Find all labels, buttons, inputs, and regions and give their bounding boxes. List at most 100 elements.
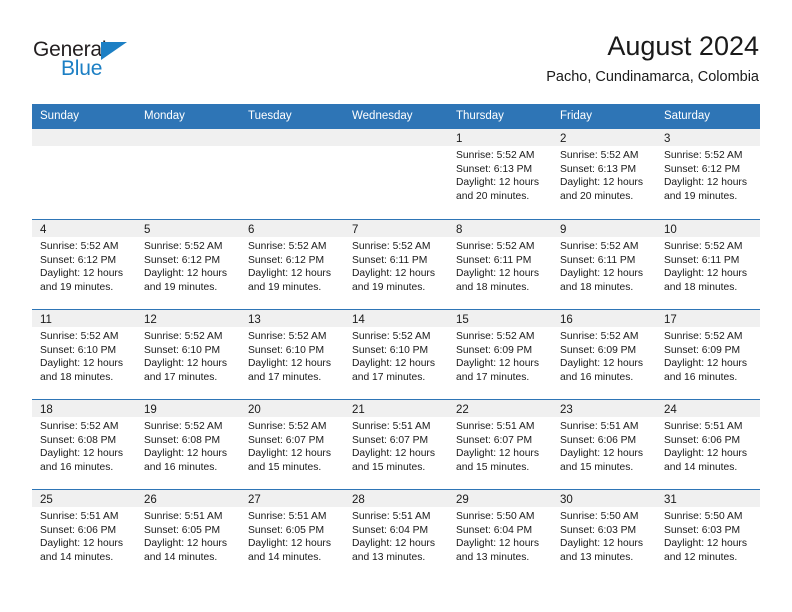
day-number-band: 25 <box>32 490 136 507</box>
day-cell[interactable]: 28 Sunrise: 5:51 AM Sunset: 6:04 PM Dayl… <box>344 490 448 579</box>
sunset-text: Sunset: 6:11 PM <box>352 254 428 266</box>
day-cell[interactable]: 12 Sunrise: 5:52 AM Sunset: 6:10 PM Dayl… <box>136 310 240 399</box>
sunrise-text: Sunrise: 5:50 AM <box>664 511 743 522</box>
day-number-band: 21 <box>344 400 448 417</box>
sunset-text: Sunset: 6:09 PM <box>664 344 741 356</box>
day-number: 30 <box>560 494 573 506</box>
calendar-page: General Blue August 2024 Pacho, Cundinam… <box>0 0 792 612</box>
day-cell[interactable]: 24 Sunrise: 5:51 AM Sunset: 6:06 PM Dayl… <box>656 400 760 489</box>
day-cell[interactable]: 8 Sunrise: 5:52 AM Sunset: 6:11 PM Dayli… <box>448 220 552 309</box>
day-details: Sunrise: 5:51 AM Sunset: 6:05 PM Dayligh… <box>136 507 240 564</box>
day-number-band: 23 <box>552 400 656 417</box>
daylight-text-line1: Daylight: 12 hours <box>456 177 539 189</box>
day-cell[interactable]: 31 Sunrise: 5:50 AM Sunset: 6:03 PM Dayl… <box>656 490 760 579</box>
day-cell[interactable]: 1 Sunrise: 5:52 AM Sunset: 6:13 PM Dayli… <box>448 129 552 219</box>
day-details: Sunrise: 5:52 AM Sunset: 6:12 PM Dayligh… <box>32 237 136 294</box>
day-number-band: 13 <box>240 310 344 327</box>
day-cell[interactable]: 6 Sunrise: 5:52 AM Sunset: 6:12 PM Dayli… <box>240 220 344 309</box>
day-cell[interactable]: 10 Sunrise: 5:52 AM Sunset: 6:11 PM Dayl… <box>656 220 760 309</box>
day-number-band: 9 <box>552 220 656 237</box>
sunset-text: Sunset: 6:08 PM <box>40 434 117 446</box>
sunrise-text: Sunrise: 5:52 AM <box>248 421 327 432</box>
day-cell[interactable]: 7 Sunrise: 5:52 AM Sunset: 6:11 PM Dayli… <box>344 220 448 309</box>
sunset-text: Sunset: 6:11 PM <box>664 254 740 266</box>
day-details: Sunrise: 5:52 AM Sunset: 6:11 PM Dayligh… <box>448 237 552 294</box>
daylight-text-line2: and 19 minutes. <box>144 281 218 293</box>
day-cell[interactable]: 9 Sunrise: 5:52 AM Sunset: 6:11 PM Dayli… <box>552 220 656 309</box>
day-details: Sunrise: 5:52 AM Sunset: 6:09 PM Dayligh… <box>448 327 552 384</box>
daylight-text-line1: Daylight: 12 hours <box>352 538 435 550</box>
day-cell[interactable]: 15 Sunrise: 5:52 AM Sunset: 6:09 PM Dayl… <box>448 310 552 399</box>
day-cell[interactable] <box>240 129 344 219</box>
day-cell[interactable]: 14 Sunrise: 5:52 AM Sunset: 6:10 PM Dayl… <box>344 310 448 399</box>
day-number-band: 15 <box>448 310 552 327</box>
sunrise-text: Sunrise: 5:51 AM <box>352 511 431 522</box>
weekday-header-tuesday: Tuesday <box>248 110 292 122</box>
calendar-grid: Sunday Monday Tuesday Wednesday Thursday… <box>32 104 760 579</box>
day-cell[interactable] <box>136 129 240 219</box>
day-cell[interactable]: 25 Sunrise: 5:51 AM Sunset: 6:06 PM Dayl… <box>32 490 136 579</box>
day-number: 24 <box>664 404 677 416</box>
daylight-text-line1: Daylight: 12 hours <box>664 358 747 370</box>
daylight-text-line1: Daylight: 12 hours <box>456 448 539 460</box>
day-number: 22 <box>456 404 469 416</box>
day-number-band: 28 <box>344 490 448 507</box>
day-cell[interactable]: 29 Sunrise: 5:50 AM Sunset: 6:04 PM Dayl… <box>448 490 552 579</box>
day-cell[interactable]: 5 Sunrise: 5:52 AM Sunset: 6:12 PM Dayli… <box>136 220 240 309</box>
sunset-text: Sunset: 6:10 PM <box>40 344 117 356</box>
sunset-text: Sunset: 6:12 PM <box>40 254 117 266</box>
page-title: August 2024 <box>607 31 759 61</box>
day-number: 10 <box>664 224 677 236</box>
daylight-text-line1: Daylight: 12 hours <box>40 448 123 460</box>
sunset-text: Sunset: 6:11 PM <box>456 254 532 266</box>
sunset-text: Sunset: 6:09 PM <box>456 344 533 356</box>
day-cell[interactable] <box>344 129 448 219</box>
day-number-band: 6 <box>240 220 344 237</box>
sunset-text: Sunset: 6:05 PM <box>248 524 325 536</box>
day-cell[interactable]: 21 Sunrise: 5:51 AM Sunset: 6:07 PM Dayl… <box>344 400 448 489</box>
daylight-text-line1: Daylight: 12 hours <box>40 268 123 280</box>
day-cell[interactable]: 19 Sunrise: 5:52 AM Sunset: 6:08 PM Dayl… <box>136 400 240 489</box>
daylight-text-line2: and 16 minutes. <box>144 461 218 473</box>
day-cell[interactable]: 13 Sunrise: 5:52 AM Sunset: 6:10 PM Dayl… <box>240 310 344 399</box>
day-number: 8 <box>456 224 463 236</box>
sunrise-text: Sunrise: 5:51 AM <box>352 421 431 432</box>
day-cell[interactable]: 4 Sunrise: 5:52 AM Sunset: 6:12 PM Dayli… <box>32 220 136 309</box>
day-number: 15 <box>456 314 469 326</box>
daylight-text-line1: Daylight: 12 hours <box>560 177 643 189</box>
day-cell[interactable]: 3 Sunrise: 5:52 AM Sunset: 6:12 PM Dayli… <box>656 129 760 219</box>
daylight-text-line2: and 15 minutes. <box>560 461 634 473</box>
daylight-text-line1: Daylight: 12 hours <box>352 448 435 460</box>
day-cell[interactable]: 17 Sunrise: 5:52 AM Sunset: 6:09 PM Dayl… <box>656 310 760 399</box>
day-number: 29 <box>456 494 469 506</box>
day-cell[interactable]: 23 Sunrise: 5:51 AM Sunset: 6:06 PM Dayl… <box>552 400 656 489</box>
daylight-text-line1: Daylight: 12 hours <box>248 538 331 550</box>
day-details: Sunrise: 5:52 AM Sunset: 6:12 PM Dayligh… <box>240 237 344 294</box>
sunrise-text: Sunrise: 5:52 AM <box>144 331 223 342</box>
daylight-text-line2: and 15 minutes. <box>456 461 530 473</box>
day-cell[interactable]: 2 Sunrise: 5:52 AM Sunset: 6:13 PM Dayli… <box>552 129 656 219</box>
day-cell[interactable]: 18 Sunrise: 5:52 AM Sunset: 6:08 PM Dayl… <box>32 400 136 489</box>
sunrise-text: Sunrise: 5:52 AM <box>40 331 119 342</box>
day-number: 1 <box>456 133 463 145</box>
daylight-text-line1: Daylight: 12 hours <box>664 177 747 189</box>
day-details: Sunrise: 5:51 AM Sunset: 6:06 PM Dayligh… <box>32 507 136 564</box>
day-cell[interactable]: 30 Sunrise: 5:50 AM Sunset: 6:03 PM Dayl… <box>552 490 656 579</box>
daylight-text-line2: and 19 minutes. <box>248 281 322 293</box>
day-cell[interactable]: 27 Sunrise: 5:51 AM Sunset: 6:05 PM Dayl… <box>240 490 344 579</box>
day-cell[interactable]: 22 Sunrise: 5:51 AM Sunset: 6:07 PM Dayl… <box>448 400 552 489</box>
day-details: Sunrise: 5:52 AM Sunset: 6:11 PM Dayligh… <box>552 237 656 294</box>
day-details: Sunrise: 5:51 AM Sunset: 6:06 PM Dayligh… <box>656 417 760 474</box>
day-details: Sunrise: 5:51 AM Sunset: 6:06 PM Dayligh… <box>552 417 656 474</box>
day-cell[interactable]: 20 Sunrise: 5:52 AM Sunset: 6:07 PM Dayl… <box>240 400 344 489</box>
day-cell[interactable]: 16 Sunrise: 5:52 AM Sunset: 6:09 PM Dayl… <box>552 310 656 399</box>
day-details: Sunrise: 5:52 AM Sunset: 6:10 PM Dayligh… <box>32 327 136 384</box>
day-cell[interactable]: 11 Sunrise: 5:52 AM Sunset: 6:10 PM Dayl… <box>32 310 136 399</box>
sunrise-text: Sunrise: 5:52 AM <box>664 331 743 342</box>
day-cell[interactable] <box>32 129 136 219</box>
day-number-band: 26 <box>136 490 240 507</box>
day-cell[interactable]: 26 Sunrise: 5:51 AM Sunset: 6:05 PM Dayl… <box>136 490 240 579</box>
weekday-header-monday: Monday <box>144 110 185 122</box>
day-number: 4 <box>40 224 47 236</box>
daylight-text-line2: and 17 minutes. <box>456 371 530 383</box>
